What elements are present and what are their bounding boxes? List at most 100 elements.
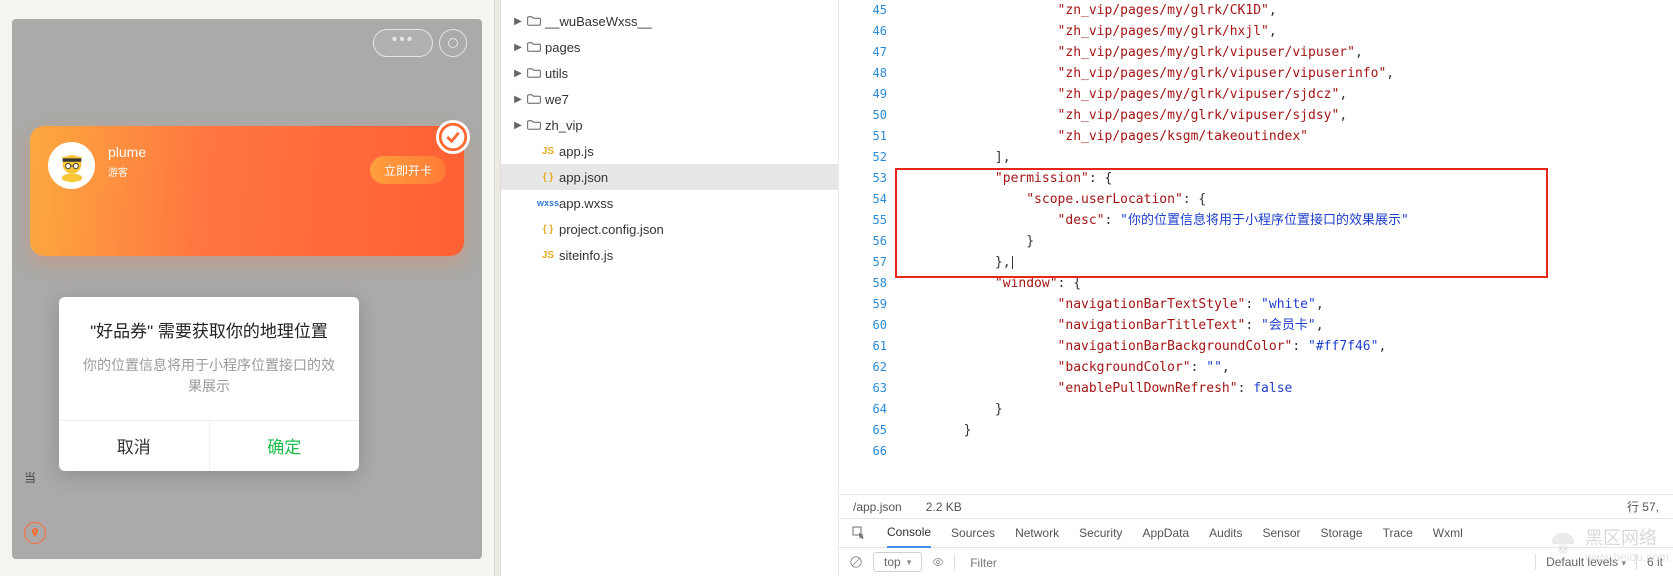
tree-item-label: project.config.json [559,222,664,237]
simulator-pane: ••• plume 游客 [0,0,494,576]
code-line[interactable]: "zh_vip/pages/my/glrk/vipuser/sjdcz", [901,84,1673,105]
tree-item-label: siteinfo.js [559,248,613,263]
tree-item-label: __wuBaseWxss__ [545,14,652,29]
code-line[interactable]: "zh_vip/pages/my/glrk/vipuser/vipuser", [901,42,1673,63]
folder-item[interactable]: ▶ pages [501,34,838,60]
folder-icon [525,67,543,79]
devtools-tab-wxml[interactable]: Wxml [1433,518,1463,548]
file-item[interactable]: { }project.config.json [501,216,838,242]
expand-arrow-icon[interactable]: ▶ [511,68,525,79]
folder-icon [525,93,543,105]
current-label: 当 [24,469,36,486]
tree-item-label: app.js [559,144,594,159]
js-file-icon: JS [539,250,557,261]
code-line[interactable]: "enablePullDownRefresh": false [901,378,1673,399]
devtools-tab-appdata[interactable]: AppData [1142,518,1189,548]
devtools-tab-trace[interactable]: Trace [1383,518,1413,548]
cancel-button[interactable]: 取消 [59,421,209,471]
code-line[interactable]: "scope.userLocation": { [901,189,1673,210]
expand-arrow-icon[interactable]: ▶ [511,94,525,105]
code-line[interactable]: "zn_vip/pages/my/glrk/CK1D", [901,0,1673,21]
code-line[interactable]: "permission": { [901,168,1673,189]
code-body[interactable]: "zn_vip/pages/my/glrk/CK1D", "zh_vip/pag… [901,0,1673,462]
code-line[interactable]: "zh_vip/pages/my/glrk/hxjl", [901,21,1673,42]
code-line[interactable]: "zh_vip/pages/ksgm/takeoutindex" [901,126,1673,147]
tree-item-label: utils [545,66,568,81]
folder-item[interactable]: ▶ we7 [501,86,838,112]
tree-item-label: app.json [559,170,608,185]
dialog-description: 你的位置信息将用于小程序位置接口的效果展示 [59,351,359,420]
open-card-button[interactable]: 立即开卡 [370,156,446,184]
avatar [48,142,95,189]
code-line[interactable]: }, [901,252,1673,273]
membership-card: plume 游客 立即开卡 [30,126,464,256]
tree-item-label: app.wxss [559,196,613,211]
watermark-url: www.heiqu.com [1585,550,1669,564]
devtools-tab-sources[interactable]: Sources [951,518,995,548]
folder-item[interactable]: ▶ __wuBaseWxss__ [501,8,838,34]
folder-icon [525,41,543,53]
status-file-size: 2.2 KB [926,500,962,514]
splitter[interactable] [494,0,501,576]
devtools-tab-network[interactable]: Network [1015,518,1059,548]
json-file-icon: { } [539,172,557,183]
confirm-button[interactable]: 确定 [209,421,360,471]
code-line[interactable]: } [901,420,1673,441]
expand-arrow-icon[interactable]: ▶ [511,120,525,131]
context-select[interactable]: top▾ [873,552,922,572]
code-line[interactable]: "navigationBarBackgroundColor": "#ff7f46… [901,336,1673,357]
folder-icon [525,15,543,27]
file-item[interactable]: wxssapp.wxss [501,190,838,216]
devtools-tab-audits[interactable]: Audits [1209,518,1242,548]
folder-item[interactable]: ▶ zh_vip [501,112,838,138]
tree-item-label: zh_vip [545,118,583,133]
tree-item-label: we7 [545,92,569,107]
file-tree[interactable]: ▶ __wuBaseWxss__ ▶ pages ▶ utils ▶ we7 ▶ zh_vip JS… [501,0,839,576]
code-line[interactable]: "zh_vip/pages/my/glrk/vipuser/sjdsy", [901,105,1673,126]
code-line[interactable]: ], [901,147,1673,168]
capsule-close-button[interactable] [439,29,467,57]
inspect-icon[interactable] [851,525,867,541]
watermark-name: 黑区网络 [1585,524,1669,550]
folder-icon [525,119,543,131]
code-line[interactable]: "backgroundColor": "", [901,357,1673,378]
code-line[interactable]: "zh_vip/pages/my/glrk/vipuser/vipuserinf… [901,63,1673,84]
capsule-menu-button[interactable]: ••• [373,29,433,57]
dialog-title: "好品券" 需要获取你的地理位置 [59,297,359,351]
file-item[interactable]: JSapp.js [501,138,838,164]
location-pin-icon[interactable] [24,522,46,544]
code-line[interactable]: } [901,231,1673,252]
devtools-tab-sensor[interactable]: Sensor [1263,518,1301,548]
status-cursor-position: 行 57, [1627,498,1659,515]
card-badge-icon [436,120,470,154]
devtools-tab-security[interactable]: Security [1079,518,1122,548]
expand-arrow-icon[interactable]: ▶ [511,16,525,27]
code-line[interactable]: "window": { [901,273,1673,294]
watermark: 黑区网络 www.heiqu.com [1547,524,1669,564]
wxss-file-icon: wxss [539,198,557,208]
code-editor[interactable]: 4546474849505152535455565758596061626364… [839,0,1673,494]
eye-icon[interactable] [932,556,944,568]
code-editor-pane: 4546474849505152535455565758596061626364… [839,0,1673,576]
code-line[interactable]: "desc": "你的位置信息将用于小程序位置接口的效果展示" [901,210,1673,231]
folder-item[interactable]: ▶ utils [501,60,838,86]
code-line[interactable] [901,441,1673,462]
expand-arrow-icon[interactable]: ▶ [511,42,525,53]
file-item[interactable]: JSsiteinfo.js [501,242,838,268]
status-file-path: /app.json [853,500,902,514]
tree-item-label: pages [545,40,580,55]
mini-program-canvas: ••• plume 游客 [12,19,482,559]
code-line[interactable]: } [901,399,1673,420]
clear-console-icon[interactable] [849,555,863,569]
json-file-icon: { } [539,224,557,235]
devtools-tab-console[interactable]: Console [887,518,931,548]
code-line[interactable]: "navigationBarTextStyle": "white", [901,294,1673,315]
line-number-gutter: 4546474849505152535455565758596061626364… [839,0,899,462]
editor-status-bar: /app.json 2.2 KB 行 57, [839,494,1673,518]
js-file-icon: JS [539,146,557,157]
console-filter-input[interactable] [965,552,1145,572]
permission-dialog: "好品券" 需要获取你的地理位置 你的位置信息将用于小程序位置接口的效果展示 取… [59,297,359,471]
code-line[interactable]: "navigationBarTitleText": "会员卡", [901,315,1673,336]
file-item[interactable]: { }app.json [501,164,838,190]
devtools-tab-storage[interactable]: Storage [1321,518,1363,548]
